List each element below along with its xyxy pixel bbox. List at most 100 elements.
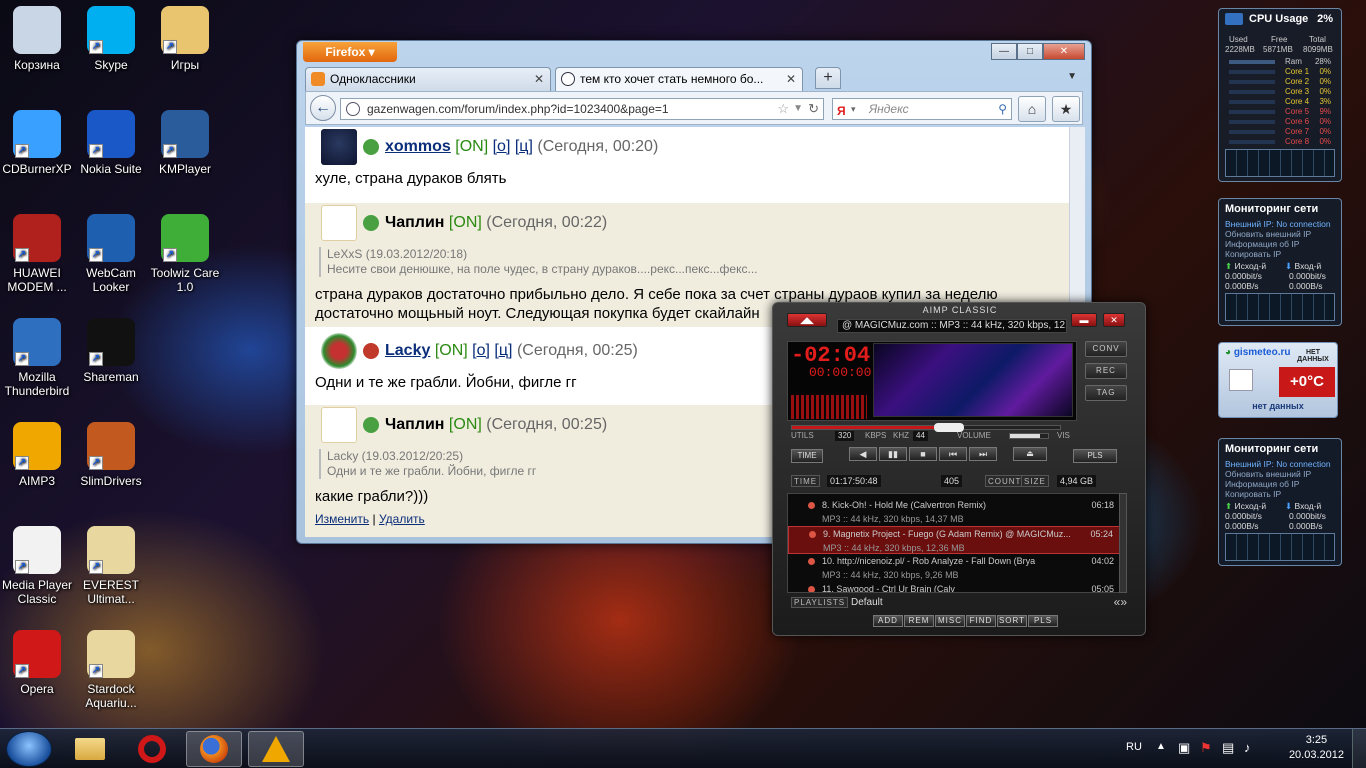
list-item[interactable]: 11. Sawgood - Ctrl Ur Brain (Calv 05:05 bbox=[788, 582, 1124, 592]
search-input[interactable]: Я ▾ Яндекс ⚲ bbox=[832, 98, 1012, 120]
taskbar-firefox[interactable] bbox=[186, 731, 242, 767]
reload-icon[interactable]: ↻ bbox=[808, 99, 819, 119]
eject-button[interactable]: ⏏ bbox=[1013, 447, 1047, 461]
tab-close-icon[interactable]: ✕ bbox=[786, 68, 796, 90]
aimp-minimize-button[interactable]: ▬ bbox=[1071, 313, 1097, 327]
sort-button[interactable]: SORT bbox=[997, 615, 1027, 627]
close-button[interactable]: ✕ bbox=[1043, 43, 1085, 60]
visualization[interactable] bbox=[873, 343, 1073, 417]
taskbar-aimp[interactable] bbox=[248, 731, 304, 767]
playlist-name[interactable]: Default bbox=[851, 597, 883, 608]
add-button[interactable]: ADD bbox=[873, 615, 903, 627]
list-item[interactable]: 8. Kick-Oh! - Hold Me (Calvertron Remix)… bbox=[788, 498, 1124, 526]
username[interactable]: Чаплин bbox=[385, 416, 444, 433]
desktop-icon[interactable]: ↗ Mozilla Thunderbird bbox=[0, 318, 74, 398]
bookmarks-button[interactable]: ★ bbox=[1052, 96, 1080, 122]
aimp-menu-button[interactable]: ◢◣ bbox=[787, 313, 827, 327]
desktop-icon[interactable]: ↗ EVEREST Ultimat... bbox=[74, 526, 148, 606]
tab-odnoklassniki[interactable]: Одноклассники ✕ bbox=[305, 67, 551, 91]
cpu-usage-gadget[interactable]: CPU Usage 2% Used Free Total 2228MB 5871… bbox=[1218, 8, 1342, 182]
action-center-icon[interactable]: ⚑ bbox=[1200, 740, 1212, 756]
back-button[interactable]: ← bbox=[310, 95, 336, 121]
list-item[interactable]: 10. http://nicenoіz.pl/ - Rob Analyze - … bbox=[788, 554, 1124, 582]
aimp-close-button[interactable]: ✕ bbox=[1103, 313, 1125, 327]
conv-button[interactable]: CONV bbox=[1085, 341, 1127, 357]
desktop-icon[interactable]: ↗ Opera bbox=[0, 630, 74, 696]
desktop-icon[interactable]: ↗ Skype bbox=[74, 6, 148, 72]
desktop-icon[interactable]: ↗ CDBurnerXP bbox=[0, 110, 74, 176]
copy-ip-link[interactable]: Копировать IP bbox=[1225, 249, 1281, 259]
desktop-icon[interactable]: ↗ Nokia Suite bbox=[74, 110, 148, 176]
find-button[interactable]: FIND bbox=[966, 615, 996, 627]
desktop-icon[interactable]: ↗ Stardock Aquariu... bbox=[74, 630, 148, 710]
delete-link[interactable]: Удалить bbox=[379, 512, 425, 526]
tag-button[interactable]: TAG bbox=[1085, 385, 1127, 401]
start-button[interactable] bbox=[6, 731, 52, 767]
tab-close-icon[interactable]: ✕ bbox=[534, 68, 544, 90]
home-button[interactable]: ⌂ bbox=[1018, 96, 1046, 122]
yandex-logo-icon[interactable]: Я bbox=[837, 101, 851, 118]
play-button[interactable]: ◀ bbox=[849, 447, 877, 461]
maximize-button[interactable]: □ bbox=[1017, 43, 1043, 60]
desktop-icon[interactable]: ↗ Игры bbox=[148, 6, 222, 72]
language-indicator[interactable]: RU bbox=[1126, 741, 1142, 753]
volume-icon[interactable]: ♪ bbox=[1244, 740, 1251, 755]
refresh-ip-link[interactable]: Обновить внешний IP bbox=[1225, 229, 1311, 239]
desktop-icon[interactable]: ↗ Toolwiz Care 1.0 bbox=[148, 214, 222, 294]
pause-button[interactable]: ▮▮ bbox=[879, 447, 907, 461]
ip-info-link[interactable]: Информация об IP bbox=[1225, 239, 1299, 249]
misc-button[interactable]: MISC bbox=[935, 615, 965, 627]
tab-forum[interactable]: тем кто хочет стать немного бо... ✕ bbox=[555, 67, 803, 91]
network-icon[interactable]: ▤ bbox=[1222, 740, 1234, 756]
volume-slider[interactable] bbox=[1009, 433, 1049, 439]
weather-gadget[interactable]: ◕ gismeteo.ru НЕТ ДАННЫХ +0°C нет данных bbox=[1218, 342, 1338, 418]
username-link[interactable]: Lacky bbox=[385, 342, 430, 359]
desktop-icon[interactable]: ↗ AIMP3 bbox=[0, 422, 74, 488]
profile-link[interactable]: [о] bbox=[472, 342, 490, 359]
playlists-label[interactable]: PLAYLISTS bbox=[791, 597, 849, 608]
show-desktop-button[interactable] bbox=[1352, 729, 1366, 768]
bookmark-star-icon[interactable]: ☆ bbox=[777, 99, 789, 119]
taskbar-explorer[interactable] bbox=[62, 731, 118, 767]
search-engine-dropdown-icon[interactable]: ▾ bbox=[851, 99, 856, 119]
desktop-icon[interactable]: ↗ Media Player Classic bbox=[0, 526, 74, 606]
site-identity-icon[interactable] bbox=[346, 102, 360, 116]
utils-label[interactable]: UTILS bbox=[791, 431, 814, 441]
previous-button[interactable]: ⏮ bbox=[939, 447, 967, 461]
vis-label[interactable]: VIS bbox=[1057, 431, 1070, 441]
next-button[interactable]: ⏭ bbox=[969, 447, 997, 461]
desktop-icon[interactable]: ↗ Shareman bbox=[74, 318, 148, 384]
pls-button[interactable]: PLS bbox=[1028, 615, 1058, 627]
show-hidden-icons-icon[interactable]: ▲ bbox=[1156, 741, 1166, 752]
quote-link[interactable]: [ц] bbox=[515, 138, 533, 155]
seek-bar[interactable] bbox=[791, 423, 1061, 432]
refresh-ip-link[interactable]: Обновить внешний IP bbox=[1225, 469, 1311, 479]
edit-link[interactable]: Изменить bbox=[315, 512, 369, 526]
tab-list-dropdown-icon[interactable]: ▼ bbox=[1067, 71, 1077, 82]
minimize-button[interactable]: — bbox=[991, 43, 1017, 60]
network-monitor-gadget-2[interactable]: Мониторинг сети Внешний IP: No connectio… bbox=[1218, 438, 1342, 566]
playlist-scrollbar[interactable] bbox=[1119, 493, 1127, 593]
playlist-nav-arrows-icon[interactable]: «» bbox=[1114, 595, 1127, 609]
new-tab-button[interactable]: + bbox=[815, 67, 841, 89]
rec-button[interactable]: REC bbox=[1085, 363, 1127, 379]
url-history-dropdown-icon[interactable]: ▼ bbox=[793, 99, 803, 119]
list-item-playing[interactable]: 9. Magnetix Project - Fuego (G Adam Remi… bbox=[788, 526, 1124, 554]
stop-button[interactable]: ■ bbox=[909, 447, 937, 461]
desktop-icon[interactable]: ↗ HUAWEI MODEM ... bbox=[0, 214, 74, 294]
profile-link[interactable]: [о] bbox=[493, 138, 511, 155]
network-monitor-gadget[interactable]: Мониторинг сети Внешний IP: No connectio… bbox=[1218, 198, 1342, 326]
network-disconnected-icon[interactable]: ▣ bbox=[1178, 740, 1190, 756]
username[interactable]: Чаплин bbox=[385, 214, 444, 231]
ip-info-link[interactable]: Информация об IP bbox=[1225, 479, 1299, 489]
copy-ip-link[interactable]: Копировать IP bbox=[1225, 489, 1281, 499]
clock[interactable]: 3:25 20.03.2012 bbox=[1289, 733, 1344, 763]
search-icon[interactable]: ⚲ bbox=[998, 99, 1007, 119]
desktop-icon[interactable]: ↗ WebCam Looker bbox=[74, 214, 148, 294]
url-bar[interactable]: gazenwagen.com/forum/index.php?id=102340… bbox=[340, 98, 824, 120]
desktop-icon[interactable]: ↗ SlimDrivers bbox=[74, 422, 148, 488]
username-link[interactable]: xommos bbox=[385, 138, 451, 155]
desktop-icon[interactable]: Корзина bbox=[0, 6, 74, 72]
playlist-toggle-button[interactable]: PLS bbox=[1073, 449, 1117, 463]
quote-link[interactable]: [ц] bbox=[494, 342, 512, 359]
